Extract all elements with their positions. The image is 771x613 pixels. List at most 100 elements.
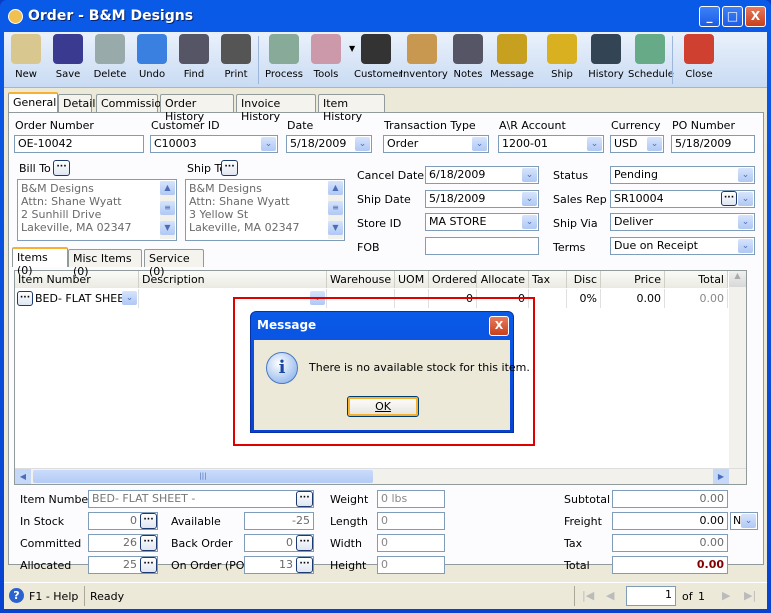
- column-header-disc[interactable]: Disc: [567, 271, 601, 288]
- allocated-lookup-button[interactable]: ···: [140, 557, 157, 573]
- column-header-price[interactable]: Price: [601, 271, 665, 288]
- column-header-tax[interactable]: Tax: [529, 271, 567, 288]
- toolbar-new-button[interactable]: New: [4, 34, 48, 86]
- toolbar-tools-button[interactable]: Tools: [304, 34, 348, 86]
- column-header-allocate[interactable]: Allocate: [477, 271, 529, 288]
- fob-field[interactable]: [425, 237, 539, 255]
- item-dropdown-icon[interactable]: ⌄: [122, 291, 137, 305]
- transaction-type-field[interactable]: Order ⌄: [383, 135, 489, 153]
- page-input[interactable]: 1: [626, 586, 676, 606]
- in-stock-lookup-button[interactable]: ···: [140, 513, 157, 529]
- ship-to-lookup-button[interactable]: ···: [221, 160, 238, 176]
- sales-rep-field[interactable]: SR10004 ⌄ ···: [610, 190, 755, 208]
- date-dropdown-icon[interactable]: ⌄: [355, 137, 370, 151]
- currency-dropdown-icon[interactable]: ⌄: [647, 137, 662, 151]
- status-dropdown-icon[interactable]: ⌄: [738, 168, 753, 182]
- item-number-field[interactable]: BED- FLAT SHEET -: [88, 490, 314, 508]
- toolbar-inventory-button[interactable]: Inventory: [400, 34, 448, 86]
- bill-to-address[interactable]: B&M Designs Attn: Shane Wyatt 2 Sunhill Dr…: [17, 179, 177, 241]
- address-scrollbar[interactable]: ▲ ≡ ▼: [160, 181, 175, 239]
- freight-code-dropdown-icon[interactable]: ⌄: [741, 514, 756, 528]
- grid-cell[interactable]: 0%: [567, 289, 601, 308]
- grid-cell[interactable]: 0.00: [601, 289, 665, 308]
- toolbar-close-button[interactable]: Close: [677, 34, 721, 86]
- customer-id-dropdown-icon[interactable]: ⌄: [261, 137, 276, 151]
- tab-commission[interactable]: Commission: [96, 94, 168, 112]
- transaction-type-dropdown-icon[interactable]: ⌄: [472, 137, 487, 151]
- date-field[interactable]: 5/18/2009 ⌄: [286, 135, 372, 153]
- column-header-ordered[interactable]: Ordered: [429, 271, 477, 288]
- toolbar-process-button[interactable]: Process: [262, 34, 306, 86]
- tools-dropdown-arrow-icon[interactable]: ▼: [349, 44, 355, 53]
- column-header-warehouse[interactable]: Warehouse: [327, 271, 395, 288]
- ship-date-dropdown-icon[interactable]: ⌄: [522, 192, 537, 206]
- prev-page-icon[interactable]: ◀: [606, 589, 614, 602]
- width-field[interactable]: 0: [377, 534, 445, 552]
- toolbar-schedule-button[interactable]: Schedule: [628, 34, 674, 86]
- ship-date-field[interactable]: 5/18/2009 ⌄: [425, 190, 539, 208]
- cancel-date-field[interactable]: 6/18/2009 ⌄: [425, 166, 539, 184]
- on-order-lookup-button[interactable]: ···: [296, 557, 313, 573]
- sales-rep-dropdown-icon[interactable]: ⌄: [738, 192, 753, 206]
- help-icon[interactable]: ?: [9, 588, 24, 603]
- terms-field[interactable]: Due on Receipt ⌄: [610, 237, 755, 255]
- ship-to-address[interactable]: B&M Designs Attn: Shane Wyatt 3 Yellow St L…: [185, 179, 345, 241]
- cancel-date-dropdown-icon[interactable]: ⌄: [522, 168, 537, 182]
- address-scrollbar[interactable]: ▲ ≡ ▼: [328, 181, 343, 239]
- length-field[interactable]: 0: [377, 512, 445, 530]
- column-header-uom[interactable]: UOM: [395, 271, 429, 288]
- dialog-close-button[interactable]: X: [489, 316, 509, 336]
- ar-account-dropdown-icon[interactable]: ⌄: [587, 137, 602, 151]
- window-close-button[interactable]: X: [745, 6, 766, 27]
- bill-to-lookup-button[interactable]: ···: [53, 160, 70, 176]
- tab-item-history[interactable]: Item History: [318, 94, 385, 123]
- toolbar-print-button[interactable]: Print: [214, 34, 258, 86]
- item-tab-2[interactable]: Service (0): [144, 249, 204, 278]
- ar-account-field[interactable]: 1200-01 ⌄: [498, 135, 604, 153]
- ok-button[interactable]: OK: [347, 396, 419, 417]
- tab-detail[interactable]: Detail: [58, 94, 95, 112]
- terms-dropdown-icon[interactable]: ⌄: [738, 239, 753, 253]
- grid-cell[interactable]: BED- FLAT SHEET: [15, 289, 139, 308]
- maximize-button[interactable]: □: [722, 6, 743, 27]
- toolbar-save-button[interactable]: Save: [46, 34, 90, 86]
- next-page-icon[interactable]: ▶: [722, 589, 730, 602]
- item-number-lookup-button[interactable]: ···: [296, 491, 313, 507]
- store-id-field[interactable]: MA STORE ⌄: [425, 213, 539, 231]
- ship-via-dropdown-icon[interactable]: ⌄: [738, 215, 753, 229]
- sales-rep-lookup-button[interactable]: ···: [721, 191, 737, 206]
- toolbar-ship-button[interactable]: Ship: [540, 34, 584, 86]
- toolbar-notes-button[interactable]: Notes: [446, 34, 490, 86]
- ship-via-field[interactable]: Deliver ⌄: [610, 213, 755, 231]
- status-field[interactable]: Pending ⌄: [610, 166, 755, 184]
- grid-horizontal-scrollbar[interactable]: ◀ ||| ▶: [15, 468, 746, 484]
- toolbar-delete-button[interactable]: Delete: [88, 34, 132, 86]
- po-number-field[interactable]: 5/18/2009: [671, 135, 755, 153]
- item-tab-1[interactable]: Misc Items (0): [68, 249, 142, 278]
- toolbar-find-button[interactable]: Find: [172, 34, 216, 86]
- back-order-lookup-button[interactable]: ···: [296, 535, 313, 551]
- customer-id-field[interactable]: C10003 ⌄: [150, 135, 278, 153]
- item-tab-0[interactable]: Items (0): [12, 247, 68, 277]
- grid-vertical-scrollbar[interactable]: ▲: [729, 271, 746, 469]
- tab-order-history[interactable]: Order History: [160, 94, 234, 123]
- freight-code-select[interactable]: N ⌄: [730, 512, 758, 530]
- last-page-icon[interactable]: ▶|: [744, 589, 756, 602]
- item-lookup-button[interactable]: ···: [17, 291, 33, 306]
- committed-lookup-button[interactable]: ···: [140, 535, 157, 551]
- height-field[interactable]: 0: [377, 556, 445, 574]
- currency-field[interactable]: USD ⌄: [610, 135, 664, 153]
- minimize-button[interactable]: _: [699, 6, 720, 27]
- column-header-total[interactable]: Total: [665, 271, 728, 288]
- toolbar-customer-button[interactable]: Customer: [354, 34, 403, 86]
- tab-invoice-history[interactable]: Invoice History: [236, 94, 316, 123]
- toolbar-message-button[interactable]: Message: [490, 34, 534, 86]
- toolbar-history-button[interactable]: History: [584, 34, 628, 86]
- tab-general[interactable]: General: [8, 92, 58, 112]
- toolbar-undo-button[interactable]: Undo: [130, 34, 174, 86]
- store-id-dropdown-icon[interactable]: ⌄: [522, 215, 537, 229]
- first-page-icon[interactable]: |◀: [582, 589, 594, 602]
- grid-cell[interactable]: 0.00: [665, 289, 728, 308]
- column-header-description[interactable]: Description: [139, 271, 327, 288]
- weight-field[interactable]: 0 lbs: [377, 490, 445, 508]
